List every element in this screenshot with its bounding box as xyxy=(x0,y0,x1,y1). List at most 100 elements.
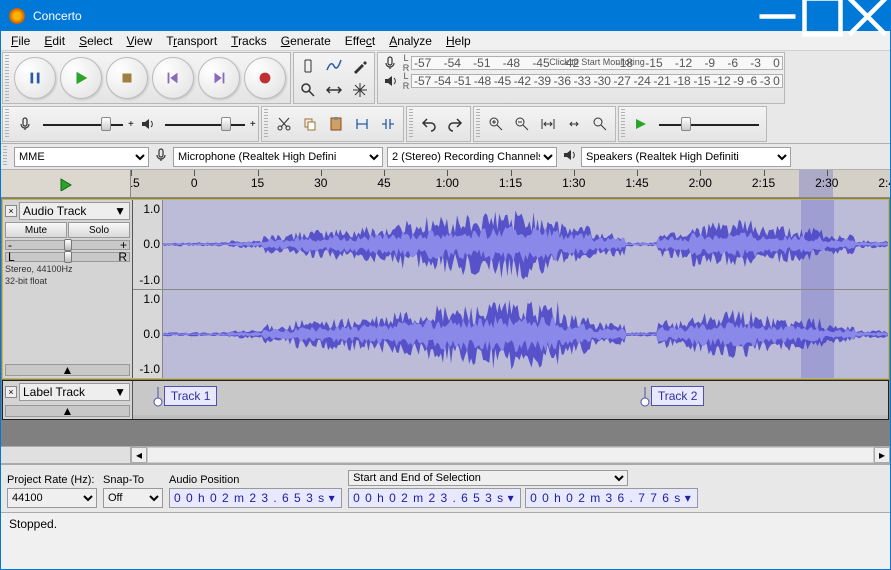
label-text[interactable]: Track 1 xyxy=(164,386,218,406)
play-at-speed-button[interactable] xyxy=(629,112,653,136)
mic-meter-icon[interactable] xyxy=(380,55,400,71)
toolbar-grip[interactable] xyxy=(621,109,625,139)
meter-tick: -21 xyxy=(653,74,670,88)
solo-button[interactable]: Solo xyxy=(68,222,130,238)
meter-tick: 0 xyxy=(773,74,780,88)
menu-transport[interactable]: Transport xyxy=(160,32,223,50)
waveform-area[interactable] xyxy=(163,200,888,378)
track-close-button[interactable]: × xyxy=(5,386,17,398)
skip-end-button[interactable] xyxy=(198,57,240,99)
maximize-button[interactable] xyxy=(800,1,845,31)
speaker-meter-icon[interactable] xyxy=(380,73,400,89)
horizontal-scrollbar[interactable] xyxy=(147,447,874,463)
timeline-ruler[interactable]: -1501530451:001:151:301:452:002:152:302:… xyxy=(131,170,890,197)
menu-analyze[interactable]: Analyze xyxy=(383,32,438,50)
zoom-out-button[interactable] xyxy=(510,112,534,136)
gain-slider[interactable]: -+ xyxy=(5,240,130,250)
playback-volume-slider[interactable] xyxy=(160,114,250,134)
chevron-down-icon[interactable]: ▾ xyxy=(683,491,693,505)
label-marker[interactable]: Track 1 xyxy=(152,385,218,407)
toolbar-grip[interactable] xyxy=(264,109,268,139)
record-volume-slider[interactable] xyxy=(38,114,128,134)
project-rate-select[interactable]: 44100 xyxy=(7,488,97,508)
stop-button[interactable] xyxy=(106,57,148,99)
audio-position-field[interactable]: 0 0 h 0 2 m 2 3 . 6 5 3 s▾ xyxy=(169,488,342,508)
toolbar-grip[interactable] xyxy=(476,109,480,139)
toolbar-grip[interactable] xyxy=(5,109,9,139)
chevron-down-icon[interactable]: ▾ xyxy=(506,491,516,505)
paste-button[interactable] xyxy=(324,112,348,136)
vertical-scale[interactable]: 1.0 0.0 -1.0 xyxy=(133,289,163,379)
draw-tool[interactable] xyxy=(348,54,372,78)
meter-tick: -48 xyxy=(474,74,491,88)
copy-button[interactable] xyxy=(298,112,322,136)
record-button[interactable] xyxy=(244,57,286,99)
trim-button[interactable] xyxy=(350,112,374,136)
playback-device-select[interactable]: Speakers (Realtek High Definiti xyxy=(581,147,791,167)
snap-to-select[interactable]: Off xyxy=(103,488,163,508)
pause-button[interactable] xyxy=(14,57,56,99)
scroll-right-button[interactable]: ▸ xyxy=(874,447,890,463)
track-menu-button[interactable]: Audio Track▼ xyxy=(19,202,130,220)
zoom-toggle-button[interactable] xyxy=(588,112,612,136)
label-text[interactable]: Track 2 xyxy=(651,386,705,406)
zoom-tool[interactable] xyxy=(296,78,320,102)
toolbar-grip[interactable] xyxy=(5,55,9,101)
silence-button[interactable] xyxy=(376,112,400,136)
toolbar-grip[interactable] xyxy=(3,146,7,167)
meter-tick: -48 xyxy=(503,56,520,70)
meter-tick: -3 xyxy=(760,74,771,88)
playback-speed-slider[interactable] xyxy=(654,114,764,134)
scale-label: -1.0 xyxy=(135,273,160,287)
timeshift-tool[interactable] xyxy=(322,78,346,102)
menu-select[interactable]: Select xyxy=(73,32,118,50)
chevron-down-icon[interactable]: ▾ xyxy=(327,491,337,505)
skip-start-button[interactable] xyxy=(152,57,194,99)
timeline-pin-button[interactable] xyxy=(1,170,131,197)
minimize-button[interactable] xyxy=(755,1,800,31)
menu-help[interactable]: Help xyxy=(440,32,477,50)
scroll-left-button[interactable]: ◂ xyxy=(131,447,147,463)
meter-channel-l: L xyxy=(401,53,411,63)
fit-project-button[interactable] xyxy=(562,112,586,136)
undo-button[interactable] xyxy=(417,112,441,136)
fit-selection-button[interactable] xyxy=(536,112,560,136)
pan-slider[interactable]: LR xyxy=(5,252,130,262)
recording-channels-select[interactable]: 2 (Stereo) Recording Channels xyxy=(387,147,557,167)
ruler-label: 1:30 xyxy=(562,176,585,190)
record-meter[interactable]: -57 -54 -51 -48 -45 -42 Click to Start M… xyxy=(411,56,783,70)
menu-file[interactable]: File xyxy=(5,32,36,50)
selection-mode-select[interactable]: Start and End of Selection xyxy=(348,470,628,486)
redo-button[interactable] xyxy=(443,112,467,136)
toolbar-grip[interactable] xyxy=(409,109,413,139)
track-collapse-button[interactable]: ▲ xyxy=(5,364,130,376)
recording-device-select[interactable]: Microphone (Realtek High Defini xyxy=(173,147,383,167)
menu-effect[interactable]: Effect xyxy=(339,32,381,50)
track-close-button[interactable]: × xyxy=(5,205,17,217)
menu-edit[interactable]: Edit xyxy=(38,32,71,50)
envelope-tool[interactable] xyxy=(322,54,346,78)
playback-meter[interactable]: -57 -54 -51 -48 -45 -42 -39 -36 -33 -30 … xyxy=(411,74,783,88)
selection-start-field[interactable]: 0 0 h 0 2 m 2 3 . 6 5 3 s▾ xyxy=(348,488,521,508)
audio-host-select[interactable]: MME xyxy=(14,147,149,167)
undo-toolbar xyxy=(406,106,471,142)
zoom-in-button[interactable] xyxy=(484,112,508,136)
selection-tool[interactable] xyxy=(296,54,320,78)
status-text: Stopped. xyxy=(9,517,57,531)
track-menu-button[interactable]: Label Track▼ xyxy=(19,383,130,401)
vertical-scale[interactable]: 1.0 0.0 -1.0 xyxy=(133,200,163,289)
menu-view[interactable]: View xyxy=(120,32,158,50)
menu-generate[interactable]: Generate xyxy=(275,32,337,50)
label-track-body[interactable]: Track 1 Track 2 xyxy=(133,381,888,415)
cut-button[interactable] xyxy=(272,112,296,136)
label-marker[interactable]: Track 2 xyxy=(639,385,705,407)
mute-button[interactable]: Mute xyxy=(5,222,67,238)
scale-label: -1.0 xyxy=(135,362,160,376)
play-button[interactable] xyxy=(60,57,102,99)
track-collapse-button[interactable]: ▲ xyxy=(5,405,130,417)
menu-tracks[interactable]: Tracks xyxy=(225,32,273,50)
window-title: Concerto xyxy=(33,9,755,23)
selection-end-field[interactable]: 0 0 h 0 2 m 3 6 . 7 7 6 s▾ xyxy=(525,488,698,508)
close-button[interactable] xyxy=(845,1,890,31)
multi-tool[interactable] xyxy=(348,78,372,102)
